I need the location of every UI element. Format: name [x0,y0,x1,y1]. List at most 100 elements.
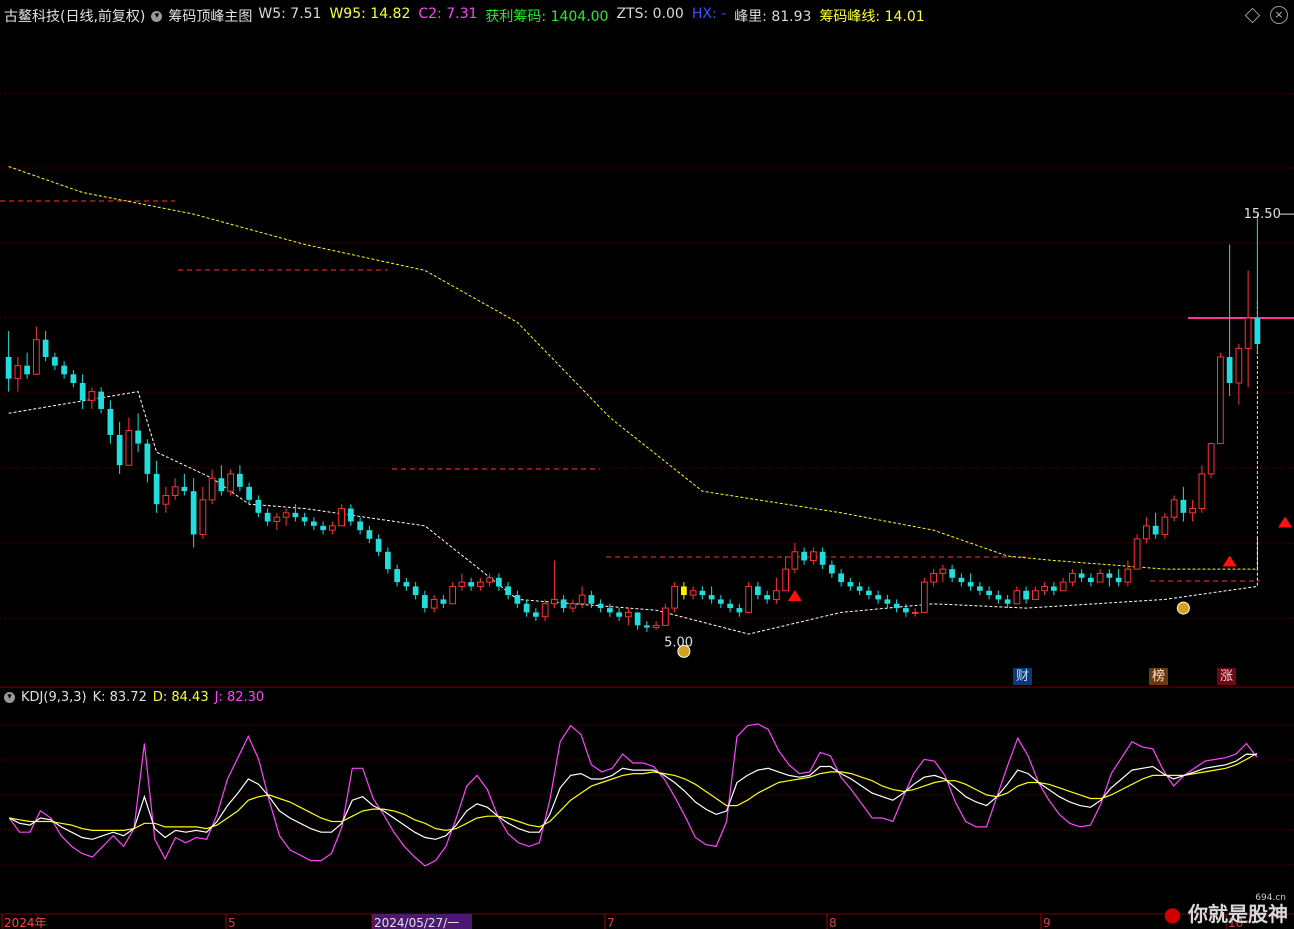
candle[interactable] [893,599,900,613]
candle[interactable] [1013,586,1021,605]
candle[interactable] [385,547,391,574]
candle[interactable] [125,417,133,466]
candle[interactable] [652,621,660,630]
candle[interactable] [1041,582,1048,596]
candle[interactable] [1069,569,1076,587]
candle[interactable] [569,599,577,613]
candle[interactable] [1059,577,1067,592]
indicator-menu-icon[interactable]: ▾ [151,10,163,22]
candle[interactable] [875,590,881,604]
candle[interactable] [533,608,539,622]
candle[interactable] [135,413,141,453]
candle[interactable] [181,473,188,496]
candle[interactable] [718,595,724,609]
candle[interactable] [847,577,854,591]
candle[interactable] [1226,244,1233,396]
candle[interactable] [246,482,252,505]
candle[interactable] [699,586,706,600]
candle[interactable] [514,590,521,609]
candle[interactable] [1217,352,1224,445]
candle[interactable] [292,504,299,522]
candle[interactable] [662,603,669,626]
candle[interactable] [986,586,992,600]
candle[interactable] [930,569,937,587]
candle[interactable] [1004,595,1011,609]
candle[interactable] [5,331,12,392]
marker-bang[interactable]: 榜 [1149,668,1169,685]
candle[interactable] [866,586,872,600]
candle[interactable] [199,486,207,539]
candle[interactable] [560,595,567,613]
candle[interactable] [1235,344,1243,405]
close-icon[interactable]: × [1270,6,1288,24]
candle[interactable] [671,582,678,613]
candle[interactable] [14,357,22,392]
candle[interactable] [1088,573,1094,587]
indicator-name[interactable]: 筹码顶峰主图 [168,6,252,26]
candle[interactable] [366,525,373,544]
candle[interactable] [541,599,549,622]
candle[interactable] [551,560,558,609]
candle[interactable] [911,608,919,617]
candle[interactable] [1023,586,1029,604]
candle[interactable] [311,517,317,531]
candle[interactable] [52,352,58,370]
candle[interactable] [403,577,410,591]
candle[interactable] [856,582,863,596]
candle[interactable] [171,478,179,500]
candle[interactable] [903,603,909,617]
candle[interactable] [1124,560,1132,587]
candle[interactable] [486,573,493,587]
candle[interactable] [939,564,947,583]
candle[interactable] [1180,486,1187,522]
candle[interactable] [116,421,123,474]
candle[interactable] [1106,569,1113,587]
candle[interactable] [24,352,30,379]
candle[interactable] [727,599,733,613]
candle[interactable] [1096,569,1104,583]
candle[interactable] [42,331,49,362]
candle[interactable] [1170,495,1178,522]
candlestick-chart[interactable]: 15.505.00 2024年 5 2024/05/27/一 7 8 9 10 [0,0,1294,929]
candle[interactable] [921,577,928,613]
candle[interactable] [644,621,650,632]
candle[interactable] [1133,534,1141,570]
candle[interactable] [1189,499,1196,522]
marker-cai[interactable]: 财 [1013,668,1033,685]
candle[interactable] [430,595,438,613]
candle[interactable] [273,512,281,531]
candle[interactable] [33,326,40,375]
candle[interactable] [597,599,604,613]
candle[interactable] [1244,270,1252,388]
candle[interactable] [764,590,770,604]
candle[interactable] [505,582,511,600]
candle[interactable] [70,369,77,388]
candle[interactable] [338,504,345,527]
candle[interactable] [1254,214,1261,353]
candle[interactable] [61,361,67,379]
candle[interactable] [79,374,86,409]
marker-zhang[interactable]: 涨 [1217,668,1237,685]
candle[interactable] [1051,582,1057,596]
candle[interactable] [440,595,447,609]
candle[interactable] [736,603,743,617]
kdj-title[interactable]: KDJ(9,3,3) [21,690,87,705]
candle[interactable] [422,590,428,613]
candle-series[interactable]: 15.50 5.00 [5,207,1294,658]
candle[interactable] [496,573,502,591]
candle[interactable] [255,495,262,518]
candle[interactable] [144,439,151,483]
candle[interactable] [282,508,290,526]
candle[interactable] [1078,569,1085,583]
candle[interactable] [1032,586,1039,600]
candle[interactable] [227,469,234,496]
candle[interactable] [578,586,586,609]
candle[interactable] [745,582,752,613]
candle[interactable] [1143,517,1150,544]
candle[interactable] [810,547,817,565]
candle[interactable] [468,577,474,591]
candle[interactable] [773,577,780,604]
candle[interactable] [1161,512,1169,539]
candle[interactable] [218,465,225,496]
candle[interactable] [412,582,419,600]
